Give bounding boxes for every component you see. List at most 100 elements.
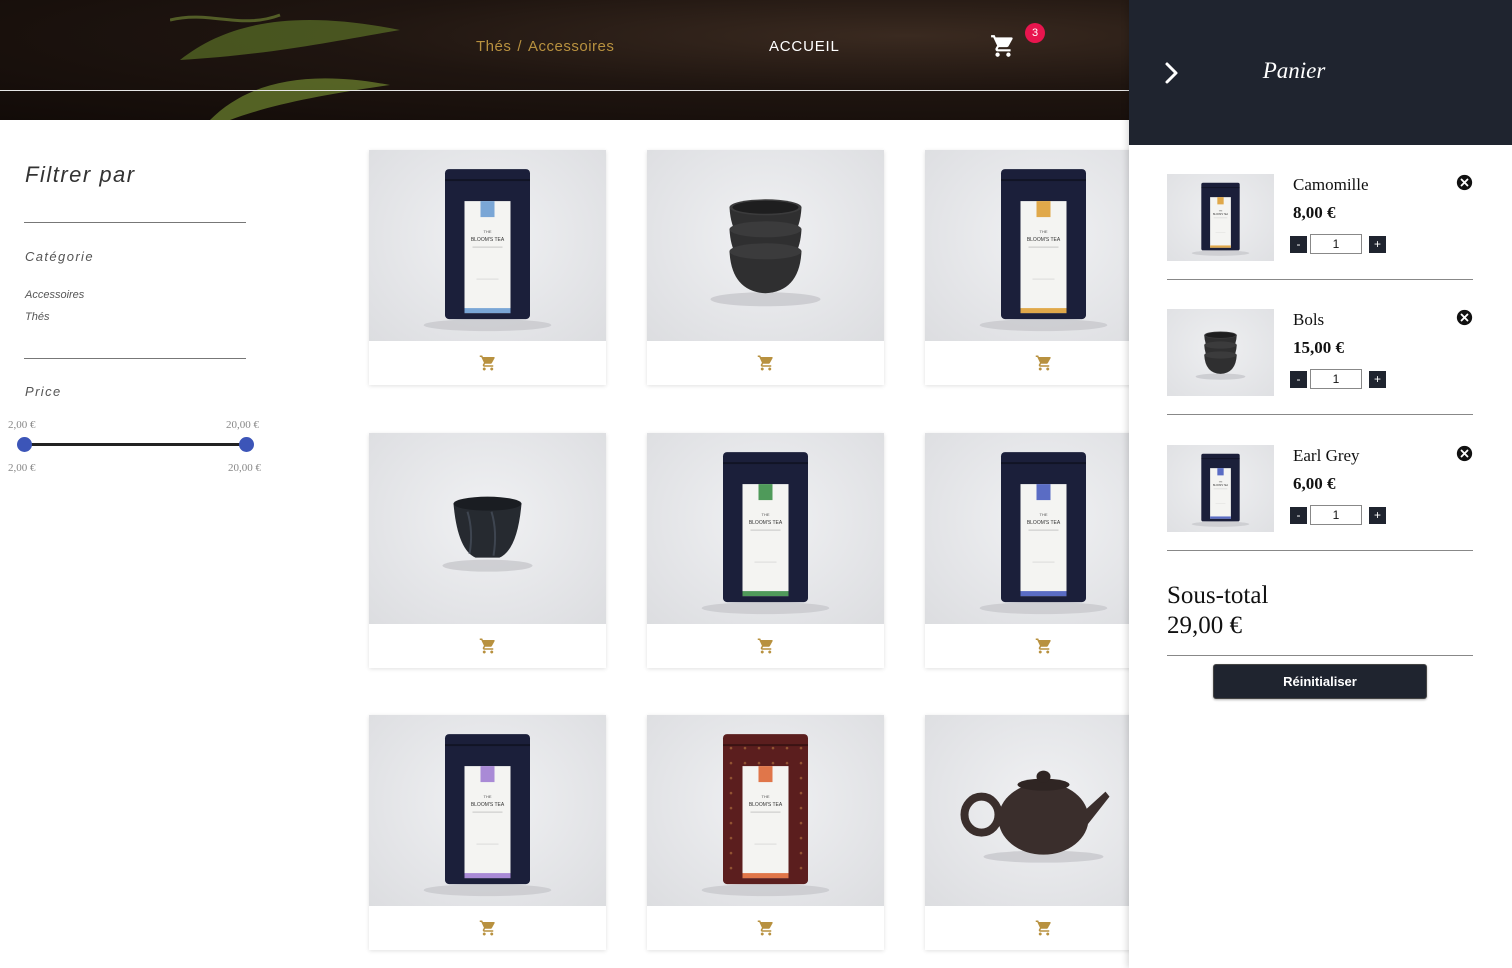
- cart-item-thumbnail: THE BLOOM'S TEA: [1167, 174, 1274, 261]
- product-illustration: THE BLOOM'S TEA: [423, 734, 552, 897]
- add-to-cart-button[interactable]: [369, 624, 606, 668]
- product-card[interactable]: THE BLOOM'S TEA: [925, 150, 1162, 385]
- product-card[interactable]: THE BLOOM'S TEA: [647, 433, 884, 668]
- add-to-cart-button[interactable]: [925, 906, 1162, 950]
- add-to-cart-button[interactable]: [369, 341, 606, 385]
- add-to-cart-icon: [1035, 920, 1051, 936]
- product-image[interactable]: [369, 433, 606, 624]
- svg-text:THE: THE: [762, 512, 770, 517]
- breadcrumb-item-accessoires[interactable]: Accessoires: [528, 38, 614, 55]
- product-image[interactable]: THE BLOOM'S TEA: [369, 715, 606, 906]
- cart-count-badge: 3: [1025, 23, 1045, 43]
- product-card[interactable]: THE BLOOM'S TEA: [647, 715, 884, 950]
- product-card[interactable]: THE BLOOM'S TEA: [369, 715, 606, 950]
- product-card[interactable]: THE BLOOM'S TEA: [369, 150, 606, 385]
- product-image[interactable]: THE BLOOM'S TEA: [647, 715, 884, 906]
- product-illustration: [710, 199, 821, 307]
- add-to-cart-button[interactable]: [925, 624, 1162, 668]
- quantity-increase-button[interactable]: +: [1369, 507, 1386, 524]
- svg-text:THE: THE: [1040, 229, 1048, 234]
- breadcrumb-item-thes[interactable]: Thés: [476, 38, 511, 55]
- shopping-cart-icon[interactable]: [990, 33, 1016, 59]
- add-to-cart-icon: [479, 638, 495, 654]
- quantity-input[interactable]: [1310, 505, 1362, 525]
- breadcrumb-separator: /: [517, 38, 523, 55]
- svg-text:THE: THE: [1040, 512, 1048, 517]
- remove-item-icon[interactable]: [1456, 445, 1473, 462]
- reset-cart-button[interactable]: Réinitialiser: [1213, 664, 1427, 699]
- cart-item-thumbnail: [1167, 309, 1274, 396]
- add-to-cart-button[interactable]: [647, 906, 884, 950]
- svg-text:BLOOM'S TEA: BLOOM'S TEA: [1027, 520, 1061, 526]
- product-card[interactable]: THE BLOOM'S TEA: [925, 433, 1162, 668]
- svg-text:BLOOM'S TEA: BLOOM'S TEA: [471, 802, 505, 808]
- breadcrumb: Thés / Accessoires: [476, 38, 614, 55]
- price-max-value: 20,00 €: [226, 419, 259, 431]
- quantity-decrease-button[interactable]: -: [1290, 236, 1307, 253]
- leaf-decoration: [170, 13, 400, 120]
- svg-text:THE: THE: [484, 229, 492, 234]
- svg-text:BLOOM'S TEA: BLOOM'S TEA: [1213, 213, 1229, 216]
- price-max-label: 20,00 €: [228, 462, 261, 474]
- cart-item-name: Earl Grey: [1293, 446, 1360, 465]
- cart-item-price: 15,00 €: [1293, 338, 1344, 357]
- product-illustration: THE BLOOM'S TEA: [701, 734, 830, 897]
- remove-item-icon[interactable]: [1456, 174, 1473, 191]
- add-to-cart-icon: [757, 638, 773, 654]
- category-item-accessoires[interactable]: Accessoires: [25, 289, 84, 301]
- price-min-label: 2,00 €: [8, 462, 36, 474]
- add-to-cart-icon: [479, 920, 495, 936]
- filter-divider: [24, 358, 246, 359]
- category-label: Catégorie: [25, 249, 94, 264]
- quantity-increase-button[interactable]: +: [1369, 371, 1386, 388]
- cart-divider: [1167, 279, 1473, 280]
- filter-title: Filtrer par: [25, 162, 136, 187]
- svg-text:BLOOM'S TEA: BLOOM'S TEA: [1027, 237, 1061, 243]
- product-image[interactable]: THE BLOOM'S TEA: [369, 150, 606, 341]
- cart-item-illustration: THE BLOOM'S TEA: [1191, 182, 1250, 256]
- product-illustration: THE BLOOM'S TEA: [979, 169, 1108, 332]
- cart-divider: [1167, 414, 1473, 415]
- quantity-decrease-button[interactable]: -: [1290, 507, 1307, 524]
- add-to-cart-button[interactable]: [925, 341, 1162, 385]
- product-card[interactable]: [369, 433, 606, 668]
- price-slider-track[interactable]: [24, 443, 246, 446]
- price-label: Price: [25, 384, 62, 399]
- add-to-cart-icon: [1035, 638, 1051, 654]
- filter-divider: [24, 222, 246, 223]
- quantity-input[interactable]: [1310, 234, 1362, 254]
- category-item-thes[interactable]: Thés: [25, 311, 49, 323]
- add-to-cart-button[interactable]: [647, 341, 884, 385]
- product-image[interactable]: THE BLOOM'S TEA: [925, 433, 1162, 624]
- add-to-cart-button[interactable]: [369, 906, 606, 950]
- quantity-decrease-button[interactable]: -: [1290, 371, 1307, 388]
- add-to-cart-icon: [757, 920, 773, 936]
- svg-text:THE: THE: [762, 794, 770, 799]
- svg-text:BLOOM'S TEA: BLOOM'S TEA: [749, 802, 783, 808]
- nav-home-link[interactable]: ACCUEIL: [769, 38, 840, 55]
- product-illustration: [960, 770, 1110, 863]
- product-illustration: THE BLOOM'S TEA: [423, 169, 552, 332]
- quantity-increase-button[interactable]: +: [1369, 236, 1386, 253]
- add-to-cart-icon: [1035, 355, 1051, 371]
- svg-text:BLOOM'S TEA: BLOOM'S TEA: [1213, 484, 1229, 487]
- svg-text:BLOOM'S TEA: BLOOM'S TEA: [471, 237, 505, 243]
- product-image[interactable]: [925, 715, 1162, 906]
- add-to-cart-icon: [479, 355, 495, 371]
- cart-divider: [1167, 550, 1473, 551]
- add-to-cart-icon: [757, 355, 773, 371]
- price-slider-min-handle[interactable]: [17, 437, 32, 452]
- price-slider-max-handle[interactable]: [239, 437, 254, 452]
- svg-text:BLOOM'S TEA: BLOOM'S TEA: [749, 520, 783, 526]
- product-image[interactable]: THE BLOOM'S TEA: [925, 150, 1162, 341]
- cart-panel-title-text: Panier: [1262, 58, 1326, 83]
- add-to-cart-button[interactable]: [647, 624, 884, 668]
- product-image[interactable]: [647, 150, 884, 341]
- product-image[interactable]: THE BLOOM'S TEA: [647, 433, 884, 624]
- quantity-input[interactable]: [1310, 369, 1362, 389]
- product-card[interactable]: [647, 150, 884, 385]
- cart-item-thumbnail: THE BLOOM'S TEA: [1167, 445, 1274, 532]
- product-card[interactable]: [925, 715, 1162, 950]
- remove-item-icon[interactable]: [1456, 309, 1473, 326]
- cart-item-name: Camomille: [1293, 175, 1369, 194]
